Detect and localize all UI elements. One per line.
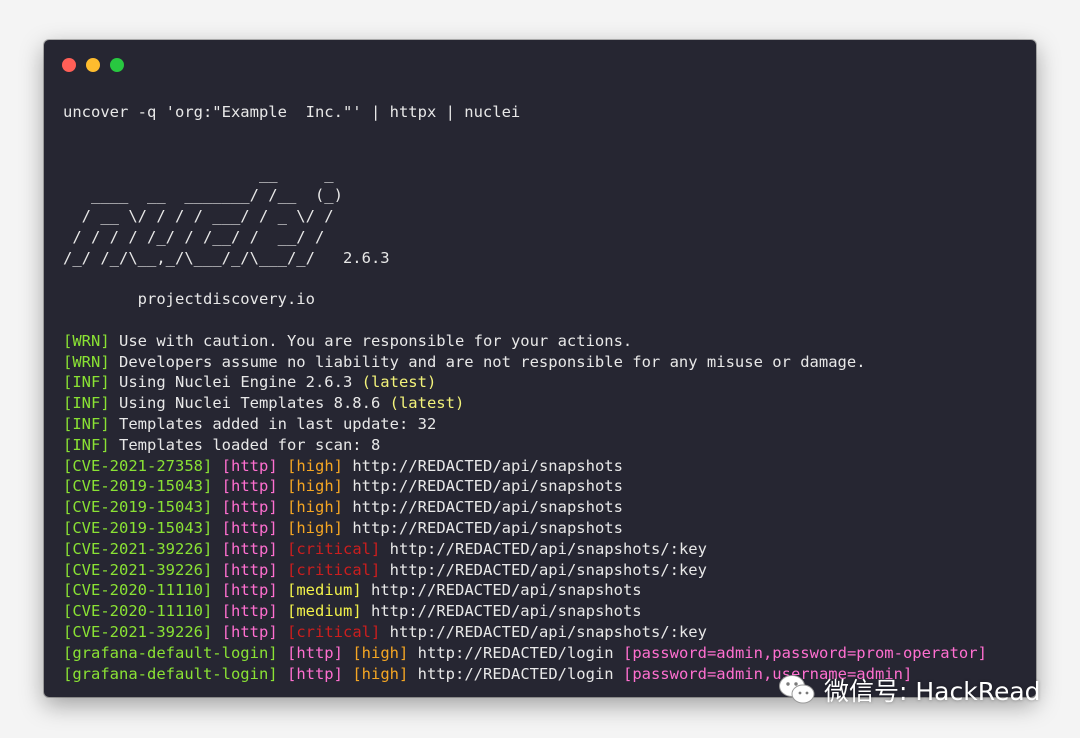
wechat-icon bbox=[779, 675, 815, 704]
severity-tag: [high] bbox=[287, 456, 343, 475]
finding-line: [CVE-2021-39226] [http] [critical] http:… bbox=[63, 560, 1026, 581]
template-id: [CVE-2021-27358] bbox=[63, 456, 213, 475]
severity-tag: [high] bbox=[287, 518, 343, 537]
protocol-tag: [http] bbox=[221, 622, 278, 641]
matched-url: http://REDACTED/api/snapshots/:key bbox=[389, 539, 707, 558]
log-message: Using Nuclei Templates 8.8.6 bbox=[109, 394, 390, 413]
log-message: Developers assume no liability and are n… bbox=[109, 352, 866, 371]
watermark: 微信号: HackRead bbox=[778, 672, 1041, 708]
severity-tag: [critical] bbox=[287, 539, 381, 558]
template-id: [CVE-2019-15043] bbox=[63, 498, 213, 517]
severity-tag: [high] bbox=[352, 643, 409, 662]
protocol-tag: [http] bbox=[221, 581, 278, 600]
protocol-tag: [http] bbox=[286, 664, 343, 683]
severity-tag: [high] bbox=[352, 664, 409, 683]
terminal-window: uncover -q 'org:"Example Inc."' | httpx … bbox=[44, 40, 1036, 697]
template-id: [CVE-2021-39226] bbox=[63, 539, 213, 558]
protocol-tag: [http] bbox=[221, 498, 278, 517]
protocol-tag: [http] bbox=[221, 456, 278, 475]
close-button[interactable] bbox=[62, 58, 76, 72]
log-message: Templates added in last update: 32 bbox=[109, 414, 437, 433]
matched-url: http://REDACTED/login bbox=[417, 664, 614, 683]
log-message: Use with caution. You are responsible fo… bbox=[109, 331, 633, 350]
severity-tag: [medium] bbox=[287, 581, 362, 600]
log-message: Using Nuclei Engine 2.6.3 bbox=[109, 373, 362, 392]
watermark-text: 微信号: HackRead bbox=[824, 677, 1041, 706]
finding-line: [CVE-2021-39226] [http] [critical] http:… bbox=[63, 622, 1026, 643]
log-line: [WRN] Use with caution. You are responsi… bbox=[63, 331, 1026, 352]
severity-tag: [high] bbox=[287, 477, 343, 496]
template-id: [CVE-2019-15043] bbox=[63, 518, 213, 537]
finding-line: [CVE-2021-39226] [http] [critical] http:… bbox=[63, 539, 1026, 560]
log-line: [WRN] Developers assume no liability and… bbox=[63, 352, 1026, 373]
log-line: [INF] Templates loaded for scan: 8 bbox=[63, 435, 1026, 456]
protocol-tag: [http] bbox=[221, 602, 278, 621]
ascii-logo: __ _ ____ __ _______/ /__ (_) / __ \/ / … bbox=[63, 165, 343, 267]
finding-line: [CVE-2020-11110] [http] [medium] http://… bbox=[63, 601, 1026, 622]
log-tag: [INF] bbox=[63, 373, 110, 392]
template-id: [CVE-2021-39226] bbox=[63, 560, 213, 579]
protocol-tag: [http] bbox=[221, 477, 278, 496]
template-id: [CVE-2020-11110] bbox=[63, 602, 213, 621]
template-id: [grafana-default-login] bbox=[63, 664, 278, 683]
matched-url: http://REDACTED/api/snapshots/:key bbox=[389, 560, 707, 579]
extracted-results: [password=admin,password=prom-operator] bbox=[622, 643, 987, 662]
severity-tag: [medium] bbox=[287, 602, 362, 621]
log-line: [INF] Templates added in last update: 32 bbox=[63, 414, 1026, 435]
log-tag: [INF] bbox=[63, 435, 110, 454]
finding-line: [CVE-2021-27358] [http] [high] http://RE… bbox=[63, 456, 1026, 477]
log-tag: [WRN] bbox=[63, 352, 110, 371]
matched-url: http://REDACTED/api/snapshots bbox=[352, 456, 623, 475]
log-tag: [INF] bbox=[63, 414, 110, 433]
severity-tag: [high] bbox=[287, 498, 343, 517]
log-tag: [WRN] bbox=[63, 331, 110, 350]
protocol-tag: [http] bbox=[221, 518, 278, 537]
finding-line: [CVE-2019-15043] [http] [high] http://RE… bbox=[63, 518, 1026, 539]
matched-url: http://REDACTED/login bbox=[417, 643, 614, 662]
version-label: 2.6.3 bbox=[342, 248, 390, 267]
template-id: [CVE-2021-39226] bbox=[63, 622, 213, 641]
nuclei-banner: __ _ ____ __ _______/ /__ (_) / __ \/ / … bbox=[63, 164, 1026, 310]
version-status: (latest) bbox=[389, 394, 465, 413]
protocol-tag: [http] bbox=[221, 539, 278, 558]
finding-line: [CVE-2019-15043] [http] [high] http://RE… bbox=[63, 476, 1026, 497]
protocol-tag: [http] bbox=[286, 643, 343, 662]
matched-url: http://REDACTED/api/snapshots bbox=[352, 498, 623, 517]
log-line: [INF] Using Nuclei Engine 2.6.3 (latest) bbox=[63, 372, 1026, 393]
severity-tag: [critical] bbox=[287, 560, 381, 579]
log-tag: [INF] bbox=[63, 394, 110, 413]
log-lines: [WRN] Use with caution. You are responsi… bbox=[63, 331, 1026, 456]
log-line: [INF] Using Nuclei Templates 8.8.6 (late… bbox=[63, 393, 1026, 414]
severity-tag: [critical] bbox=[287, 622, 381, 641]
finding-line: [CVE-2019-15043] [http] [high] http://RE… bbox=[63, 497, 1026, 518]
terminal-output: uncover -q 'org:"Example Inc."' | httpx … bbox=[63, 102, 1026, 684]
matched-url: http://REDACTED/api/snapshots bbox=[352, 477, 623, 496]
window-controls bbox=[62, 58, 124, 72]
matched-url: http://REDACTED/api/snapshots bbox=[371, 581, 642, 600]
minimize-button[interactable] bbox=[86, 58, 100, 72]
site-label: projectdiscovery.io bbox=[63, 290, 315, 309]
maximize-button[interactable] bbox=[110, 58, 124, 72]
template-id: [grafana-default-login] bbox=[63, 643, 278, 662]
command-line: uncover -q 'org:"Example Inc."' | httpx … bbox=[63, 103, 521, 121]
protocol-tag: [http] bbox=[221, 560, 278, 579]
matched-url: http://REDACTED/api/snapshots/:key bbox=[389, 622, 707, 641]
version-status: (latest) bbox=[361, 373, 437, 392]
template-id: [CVE-2019-15043] bbox=[63, 477, 213, 496]
finding-line: [grafana-default-login] [http] [high] ht… bbox=[63, 643, 1026, 664]
matched-url: http://REDACTED/api/snapshots bbox=[371, 602, 642, 621]
finding-line: [CVE-2020-11110] [http] [medium] http://… bbox=[63, 580, 1026, 601]
matched-url: http://REDACTED/api/snapshots bbox=[352, 518, 623, 537]
log-message: Templates loaded for scan: 8 bbox=[109, 435, 381, 454]
template-id: [CVE-2020-11110] bbox=[63, 581, 213, 600]
findings: [CVE-2021-27358] [http] [high] http://RE… bbox=[63, 456, 1026, 685]
